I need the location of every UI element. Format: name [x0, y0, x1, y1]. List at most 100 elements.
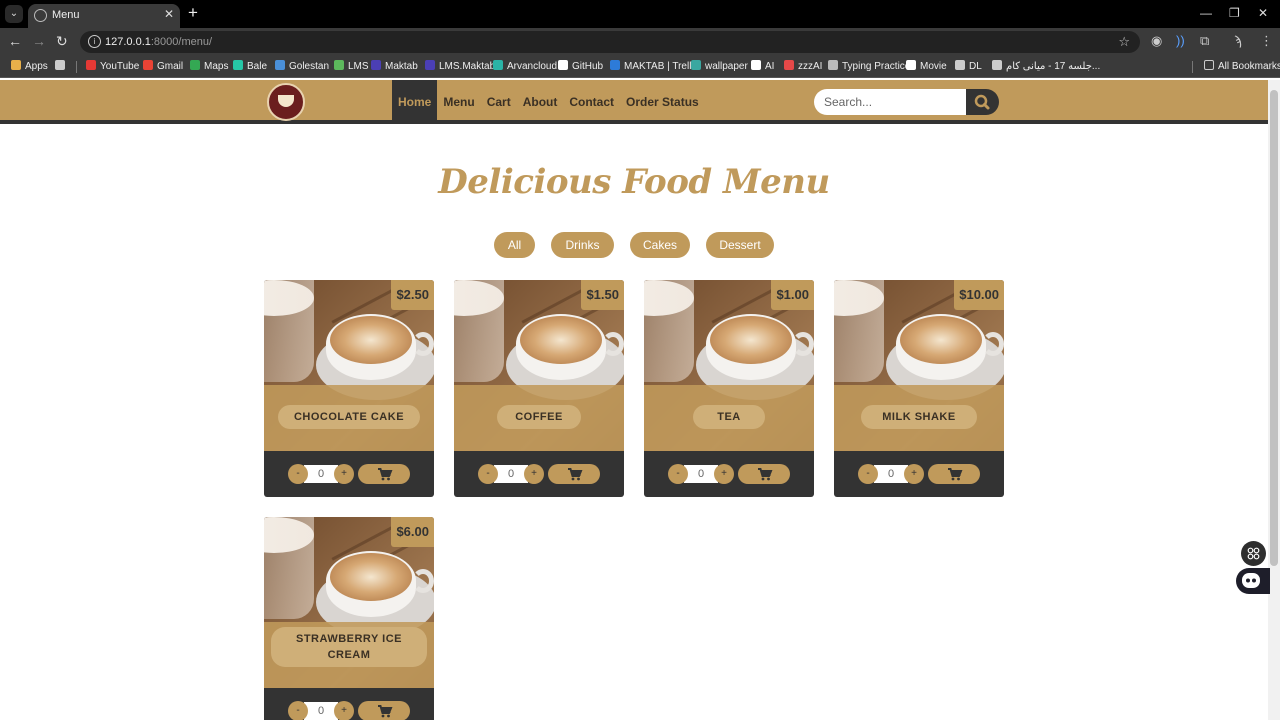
nav-link-menu[interactable]: Menu	[437, 80, 480, 124]
bookmark-favicon-icon	[955, 60, 965, 70]
bookmark-label: Maktab	[385, 61, 418, 72]
bookmark-star-icon[interactable]: ☆	[1118, 34, 1130, 50]
bookmark-favicon-icon	[828, 60, 838, 70]
bookmark-item[interactable]: Maktab	[371, 60, 418, 72]
extension-wave-icon[interactable]: ))	[1176, 33, 1185, 48]
decrease-quantity-button[interactable]: -	[858, 464, 878, 484]
reload-icon[interactable]: ↻	[56, 33, 68, 50]
menu-item-name: COFFEE	[497, 405, 581, 429]
nav-link-home[interactable]: Home	[392, 80, 438, 124]
extensions-puzzle-icon[interactable]: ⧉	[1200, 33, 1209, 49]
decrease-quantity-button[interactable]: -	[668, 464, 688, 484]
extension-bot-icon[interactable]: ◉	[1151, 33, 1162, 49]
browser-tab-menu[interactable]: Menu ✕	[28, 4, 180, 28]
increase-quantity-button[interactable]: +	[334, 701, 354, 720]
assistant-bot-icon	[1242, 573, 1260, 588]
scrollbar-thumb[interactable]	[1270, 90, 1278, 566]
bookmark-favicon-icon	[493, 60, 503, 70]
bookmark-favicon-icon	[425, 60, 435, 70]
decrease-quantity-button[interactable]: -	[478, 464, 498, 484]
bookmark-item[interactable]: DL	[955, 60, 982, 72]
bookmark-item[interactable]: Apps	[11, 60, 48, 72]
bookmark-label: LMS.Maktab	[439, 61, 496, 72]
url-text[interactable]: 127.0.0.1:8000/menu/	[105, 36, 212, 48]
filter-button-dessert[interactable]: Dessert	[706, 232, 774, 258]
bookmark-item[interactable]: LMS.Maktab	[425, 60, 495, 72]
increase-quantity-button[interactable]: +	[334, 464, 354, 484]
bookmark-item[interactable]: zzzAI	[784, 60, 822, 72]
search-input[interactable]	[814, 89, 966, 115]
bookmark-item[interactable]: Maps	[190, 60, 228, 72]
nav-link-cart[interactable]: Cart	[481, 80, 517, 124]
bookmark-label: wallpaper	[705, 61, 748, 72]
bookmark-favicon-icon	[992, 60, 1002, 70]
increase-quantity-button[interactable]: +	[714, 464, 734, 484]
restore-icon[interactable]: ❐	[1229, 6, 1240, 20]
tab-search-icon[interactable]: ⌄	[5, 5, 23, 23]
add-to-cart-button[interactable]	[358, 701, 410, 720]
filter-button-all[interactable]: All	[494, 232, 535, 258]
back-icon[interactable]: ←	[8, 33, 22, 49]
increase-quantity-button[interactable]: +	[524, 464, 544, 484]
increase-quantity-button[interactable]: +	[904, 464, 924, 484]
address-bar[interactable]: i 127.0.0.1:8000/menu/ ☆	[80, 31, 1140, 53]
search-button[interactable]	[966, 89, 999, 115]
nav-link-order-status[interactable]: Order Status	[620, 80, 705, 124]
bookmark-label: Gmail	[157, 61, 184, 72]
all-bookmarks-label: All Bookmarks	[1218, 61, 1280, 72]
tab-close-icon[interactable]: ✕	[164, 7, 174, 21]
window-close-icon[interactable]: ✕	[1258, 6, 1268, 20]
cafe-logo[interactable]	[267, 83, 305, 121]
quantity-input[interactable]	[874, 465, 908, 483]
quantity-input[interactable]	[684, 465, 718, 483]
bookmark-item[interactable]: Typing Practice	[828, 60, 910, 72]
new-tab-button[interactable]: +	[188, 3, 198, 23]
quantity-input[interactable]	[304, 465, 338, 483]
quantity-controls: -+	[288, 464, 410, 484]
bookmark-item[interactable]: GitHub	[558, 60, 603, 72]
bookmark-item[interactable]: Golestan	[275, 60, 329, 72]
menu-item-card: $1.50COFFEE-+	[454, 280, 624, 497]
add-to-cart-button[interactable]	[548, 464, 600, 484]
bookmark-favicon-icon	[906, 60, 916, 70]
decrease-quantity-button[interactable]: -	[288, 701, 308, 720]
add-to-cart-button[interactable]	[928, 464, 980, 484]
bookmark-label: جلسه 17 - میانی کام...	[1006, 61, 1101, 72]
filter-button-cakes[interactable]: Cakes	[630, 232, 690, 258]
add-to-cart-button[interactable]	[738, 464, 790, 484]
bookmark-favicon-icon	[11, 60, 21, 70]
bookmark-item[interactable]: YouTube	[86, 60, 139, 72]
minimize-icon[interactable]: —	[1200, 6, 1212, 20]
quantity-input[interactable]	[494, 465, 528, 483]
floating-grid-button[interactable]	[1241, 541, 1266, 566]
nav-link-contact[interactable]: Contact	[563, 80, 620, 124]
all-bookmarks-link[interactable]: All Bookmarks	[1204, 60, 1280, 72]
bookmark-item[interactable]: wallpaper	[691, 60, 748, 72]
profile-avatar-icon[interactable]: ϡ	[1234, 33, 1242, 48]
site-info-icon[interactable]: i	[88, 35, 101, 48]
filter-button-drinks[interactable]: Drinks	[551, 232, 614, 258]
bookmark-item[interactable]: Movie	[906, 60, 947, 72]
nav-link-about[interactable]: About	[517, 80, 564, 124]
bookmark-item[interactable]: LMS	[334, 60, 369, 72]
add-to-cart-button[interactable]	[358, 464, 410, 484]
price-badge: $6.00	[391, 517, 434, 547]
bookmark-item[interactable]	[55, 60, 69, 72]
menu-item-name: TEA	[693, 405, 765, 429]
bookmark-item[interactable]: AI	[751, 60, 774, 72]
bookmark-item[interactable]: Bale	[233, 60, 267, 72]
quantity-controls: -+	[288, 701, 410, 720]
floating-assistant-button[interactable]	[1236, 568, 1270, 594]
browser-menu-icon[interactable]: ⋮	[1260, 33, 1273, 49]
bookmark-item[interactable]: جلسه 17 - میانی کام...	[992, 60, 1100, 72]
quantity-input[interactable]	[304, 702, 338, 720]
price-badge: $2.50	[391, 280, 434, 310]
menu-item-card: $2.50CHOCOLATE CAKE-+	[264, 280, 434, 497]
bookmark-item[interactable]: Gmail	[143, 60, 183, 72]
decrease-quantity-button[interactable]: -	[288, 464, 308, 484]
bookmark-item[interactable]: Arvancloud	[493, 60, 557, 72]
bookmark-item[interactable]: MAKTAB | Trello	[610, 60, 697, 72]
forward-icon[interactable]: →	[32, 33, 46, 49]
page-scrollbar[interactable]	[1268, 80, 1280, 720]
cart-icon	[948, 468, 963, 481]
